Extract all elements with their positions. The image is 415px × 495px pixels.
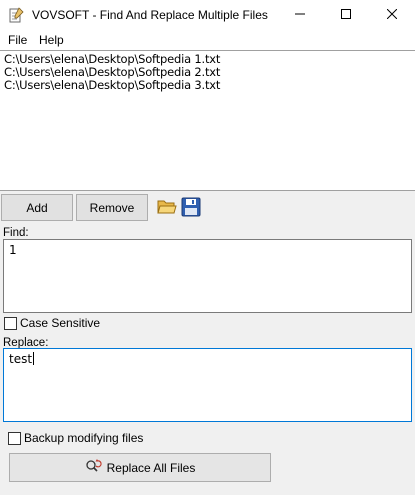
checkbox-box[interactable] <box>8 431 21 445</box>
close-button[interactable] <box>369 0 415 30</box>
add-button-label: Add <box>26 200 48 215</box>
maximize-button[interactable] <box>323 0 369 30</box>
remove-button[interactable]: Remove <box>76 194 148 221</box>
replace-all-button[interactable]: Replace All Files <box>9 453 271 482</box>
folder-open-icon[interactable] <box>157 197 177 215</box>
text-caret <box>33 352 35 365</box>
file-list[interactable]: C:\Users\elena\Desktop\Softpedia 1.txt C… <box>0 50 415 191</box>
menu-bar: File Help <box>0 31 415 50</box>
replace-input-value: test <box>9 352 33 366</box>
replace-all-label: Replace All Files <box>106 460 196 475</box>
checkbox-box[interactable] <box>4 316 17 330</box>
close-icon <box>386 8 398 22</box>
maximize-icon <box>341 8 351 22</box>
find-label: Find: <box>3 227 29 239</box>
case-sensitive-label: Case Sensitive <box>20 316 101 330</box>
search-replace-icon <box>85 458 103 477</box>
replace-input[interactable]: test <box>3 348 412 422</box>
remove-button-label: Remove <box>89 200 135 215</box>
find-input[interactable]: 1 <box>3 239 412 313</box>
menu-help[interactable]: Help <box>39 33 64 47</box>
find-input-value: 1 <box>9 243 17 257</box>
list-item[interactable]: C:\Users\elena\Desktop\Softpedia 3.txt <box>4 79 411 92</box>
minimize-icon <box>295 8 305 22</box>
window-title: VOVSOFT - Find And Replace Multiple File… <box>32 8 268 22</box>
floppy-disk-icon[interactable] <box>181 197 201 217</box>
backup-label: Backup modifying files <box>24 431 144 445</box>
add-button[interactable]: Add <box>1 194 73 221</box>
minimize-button[interactable] <box>277 0 323 30</box>
title-bar: VOVSOFT - Find And Replace Multiple File… <box>0 0 415 31</box>
backup-checkbox[interactable]: Backup modifying files <box>8 431 143 445</box>
menu-file[interactable]: File <box>8 33 27 47</box>
case-sensitive-checkbox[interactable]: Case Sensitive <box>4 316 100 330</box>
client-area: C:\Users\elena\Desktop\Softpedia 1.txt C… <box>0 50 415 495</box>
notepad-icon <box>8 7 24 23</box>
